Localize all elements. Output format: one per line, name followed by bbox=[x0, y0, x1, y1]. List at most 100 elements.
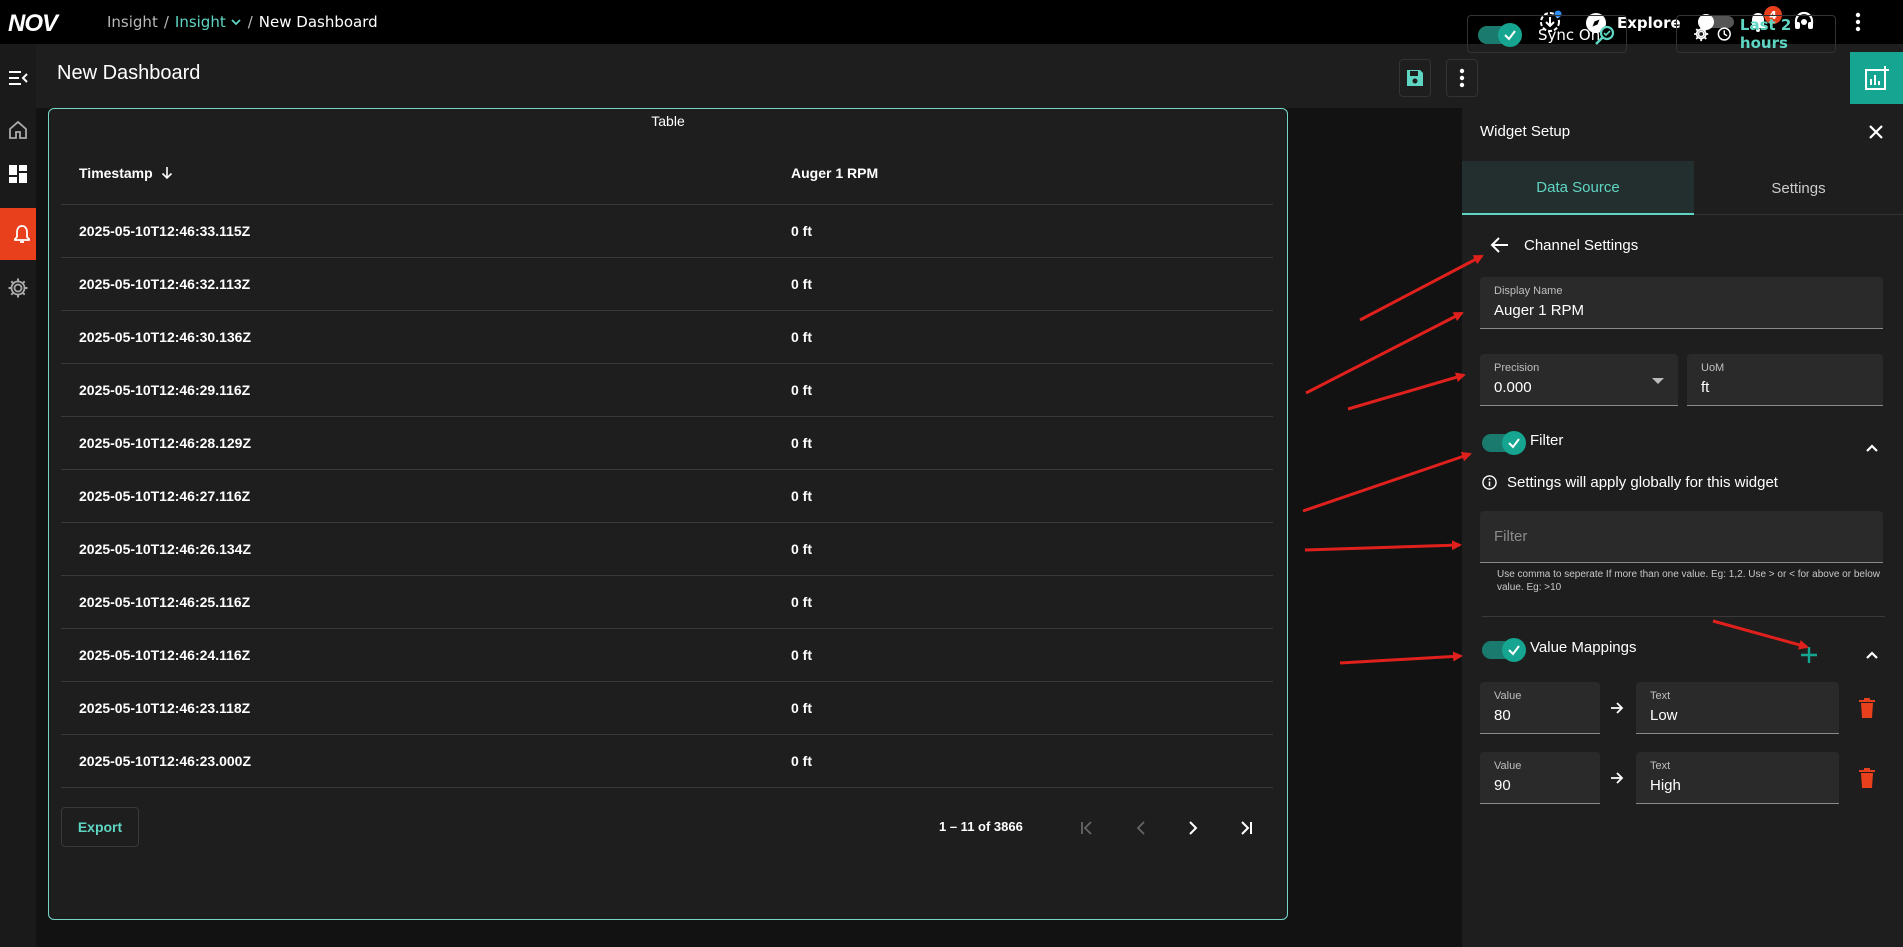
more-vertical-icon bbox=[1459, 68, 1465, 88]
field-label: Display Name bbox=[1494, 285, 1563, 297]
mapping-text-field[interactable]: Text Low bbox=[1636, 682, 1839, 734]
cell-value: 0 ft bbox=[791, 435, 812, 451]
table-row: 2025-05-10T12:46:30.136Z 0 ft bbox=[61, 311, 1273, 364]
display-name-field[interactable]: Display Name Auger 1 RPM bbox=[1480, 277, 1883, 329]
table-row: 2025-05-10T12:46:23.118Z 0 ft bbox=[61, 682, 1273, 735]
close-icon[interactable] bbox=[1864, 120, 1888, 144]
field-value: Auger 1 RPM bbox=[1494, 302, 1585, 319]
page-title: New Dashboard bbox=[57, 62, 201, 84]
tab-data-source[interactable]: Data Source bbox=[1462, 161, 1694, 215]
info-icon bbox=[1482, 475, 1497, 490]
table-widget[interactable]: Table Timestamp Auger 1 RPM 2025-05-10T1… bbox=[48, 108, 1288, 920]
arrow-down-icon bbox=[161, 167, 172, 180]
column-header-timestamp[interactable]: Timestamp bbox=[79, 165, 173, 181]
sidebar-item-dashboards[interactable] bbox=[0, 148, 36, 200]
add-mapping-plus-icon[interactable] bbox=[1797, 643, 1821, 667]
cell-timestamp: 2025-05-10T12:46:33.115Z bbox=[79, 223, 251, 239]
sync-toggle[interactable] bbox=[1478, 23, 1522, 47]
mapping-value-field[interactable]: Value 80 bbox=[1480, 682, 1600, 734]
table-row: 2025-05-10T12:46:23.000Z 0 ft bbox=[61, 735, 1273, 788]
table-row: 2025-05-10T12:46:32.113Z 0 ft bbox=[61, 258, 1273, 311]
widget-setup-panel: Widget Setup Data Source Settings Channe… bbox=[1462, 108, 1903, 947]
breadcrumb: Insight / Insight / New Dashboard bbox=[107, 13, 378, 31]
field-value: High bbox=[1650, 777, 1681, 794]
filter-toggle[interactable] bbox=[1482, 431, 1526, 455]
gear-icon bbox=[8, 278, 28, 298]
delete-trash-icon[interactable] bbox=[1855, 766, 1879, 790]
field-value: Low bbox=[1650, 707, 1678, 724]
field-label: Precision bbox=[1494, 362, 1540, 374]
menu-collapse-icon bbox=[9, 71, 28, 85]
last-page-icon[interactable] bbox=[1232, 814, 1260, 842]
precision-select[interactable]: Precision 0.000 bbox=[1480, 354, 1678, 406]
export-button[interactable]: Export bbox=[61, 807, 139, 847]
mapping-value-field[interactable]: Value 90 bbox=[1480, 752, 1600, 804]
breadcrumb-separator: / bbox=[247, 13, 253, 31]
value-mappings-header: Value Mappings bbox=[1482, 638, 1636, 662]
sidebar-item-settings[interactable] bbox=[0, 262, 36, 314]
cell-timestamp: 2025-05-10T12:46:29.116Z bbox=[79, 382, 251, 398]
dashboard-menu-button[interactable] bbox=[1446, 59, 1478, 97]
previous-page-icon[interactable] bbox=[1127, 814, 1155, 842]
field-value: 80 bbox=[1494, 707, 1511, 724]
cell-value: 0 ft bbox=[791, 541, 812, 557]
breadcrumb-page: New Dashboard bbox=[258, 13, 378, 31]
check-icon bbox=[1502, 431, 1526, 455]
table-row: 2025-05-10T12:46:29.116Z 0 ft bbox=[61, 364, 1273, 417]
chevron-up-icon[interactable] bbox=[1860, 643, 1884, 667]
tab-settings[interactable]: Settings bbox=[1694, 161, 1903, 215]
add-widget-button[interactable] bbox=[1850, 52, 1903, 104]
field-value: 0.000 bbox=[1494, 379, 1532, 396]
field-label: Value bbox=[1494, 690, 1522, 702]
uom-field[interactable]: UoM ft bbox=[1687, 354, 1883, 406]
cell-value: 0 ft bbox=[791, 753, 812, 769]
arrow-right-icon bbox=[1608, 699, 1626, 717]
filter-section-header: Filter bbox=[1482, 431, 1563, 455]
table-row: 2025-05-10T12:46:24.116Z 0 ft bbox=[61, 629, 1273, 682]
value-mappings-toggle[interactable] bbox=[1482, 638, 1526, 662]
panel-tabs: Data Source Settings bbox=[1462, 161, 1903, 215]
cell-timestamp: 2025-05-10T12:46:25.116Z bbox=[79, 594, 251, 610]
table-row: 2025-05-10T12:46:25.116Z 0 ft bbox=[61, 576, 1273, 629]
pagination-range: 1 – 11 of 3866 bbox=[939, 819, 1023, 834]
filter-info: Settings will apply globally for this wi… bbox=[1482, 474, 1778, 491]
cell-timestamp: 2025-05-10T12:46:28.129Z bbox=[79, 435, 252, 451]
column-header-label: Auger 1 RPM bbox=[791, 165, 879, 181]
dashboard-icon bbox=[9, 165, 27, 183]
column-header-auger-rpm[interactable]: Auger 1 RPM bbox=[791, 165, 878, 181]
cell-timestamp: 2025-05-10T12:46:27.116Z bbox=[79, 488, 251, 504]
nov-logo[interactable]: NOV bbox=[8, 10, 58, 38]
check-icon bbox=[1502, 638, 1526, 662]
sidebar-collapse-button[interactable] bbox=[0, 52, 36, 104]
breadcrumb-root[interactable]: Insight bbox=[107, 13, 158, 31]
sync-toggle-group: Sync On bbox=[1467, 15, 1627, 53]
filter-input[interactable]: Filter bbox=[1480, 511, 1883, 563]
cell-timestamp: 2025-05-10T12:46:32.113Z bbox=[79, 276, 251, 292]
sidebar bbox=[0, 44, 44, 947]
delete-trash-icon[interactable] bbox=[1855, 696, 1879, 720]
breadcrumb-current-label: Insight bbox=[174, 13, 226, 31]
breadcrumb-current-dropdown[interactable]: Insight bbox=[175, 13, 242, 31]
mapping-text-field[interactable]: Text High bbox=[1636, 752, 1839, 804]
cell-timestamp: 2025-05-10T12:46:23.118Z bbox=[79, 700, 251, 716]
save-button[interactable] bbox=[1399, 59, 1431, 97]
more-vertical-icon[interactable] bbox=[1846, 10, 1870, 34]
cell-value: 0 ft bbox=[791, 488, 812, 504]
widget-title: Table bbox=[651, 113, 685, 129]
cell-value: 0 ft bbox=[791, 647, 812, 663]
zoom-search-icon[interactable] bbox=[1594, 24, 1616, 50]
next-page-icon[interactable] bbox=[1179, 814, 1207, 842]
arrow-right-icon bbox=[1608, 769, 1626, 787]
sync-label: Sync On bbox=[1538, 26, 1601, 44]
chevron-up-icon[interactable] bbox=[1860, 436, 1884, 460]
first-page-icon[interactable] bbox=[1073, 814, 1101, 842]
cell-timestamp: 2025-05-10T12:46:26.134Z bbox=[79, 541, 252, 557]
cell-value: 0 ft bbox=[791, 382, 812, 398]
field-value: ft bbox=[1701, 379, 1710, 396]
dashboard-header: New Dashboard bbox=[36, 44, 1903, 108]
time-range-button[interactable]: Last 2 hours bbox=[1676, 15, 1836, 53]
divider bbox=[1482, 616, 1885, 617]
arrow-back-icon[interactable] bbox=[1490, 236, 1510, 254]
time-range-label: Last 2 hours bbox=[1739, 16, 1792, 52]
cell-value: 0 ft bbox=[791, 223, 812, 239]
